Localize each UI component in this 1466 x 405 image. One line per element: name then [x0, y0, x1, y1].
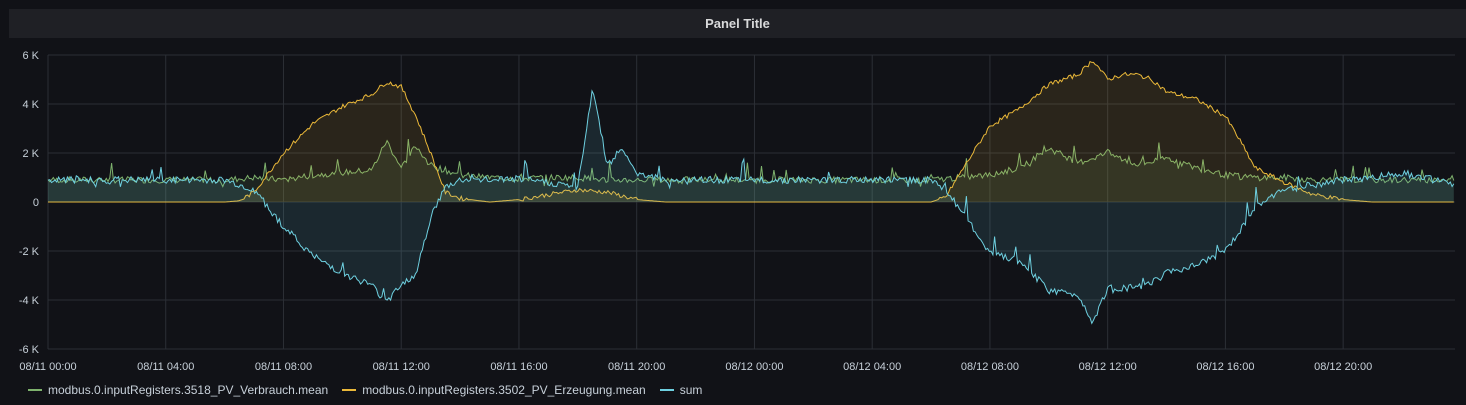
- x-tick-label: 08/11 20:00: [608, 361, 665, 373]
- legend-item-verbrauch[interactable]: modbus.0.inputRegisters.3518_PV_Verbrauc…: [28, 383, 328, 397]
- y-tick-label: 4 K: [22, 99, 39, 111]
- legend-swatch: [28, 389, 42, 391]
- graph-panel: Panel Title 6 K4 K2 K 0 -2 K -4 K -6 K 08/11 …: [0, 0, 1466, 405]
- legend-label: modbus.0.inputRegisters.3502_PV_Erzeugun…: [362, 383, 646, 397]
- time-series-chart[interactable]: 6 K 4 K 2 K 0 -2 K -4 K -6 K 08/11 00:00 08/11 0…: [0, 0, 1466, 405]
- legend-item-erzeugung[interactable]: modbus.0.inputRegisters.3502_PV_Erzeugun…: [342, 383, 646, 397]
- x-tick-label: 08/12 00:00: [725, 361, 783, 373]
- legend-label: modbus.0.inputRegisters.3518_PV_Verbrauc…: [48, 383, 329, 397]
- x-tick-label: 08/12 16:00: [1196, 361, 1254, 373]
- y-tick-label: -2 K: [19, 246, 40, 258]
- series: [47, 60, 1455, 325]
- y-tick-label: 2 K: [22, 148, 39, 160]
- x-tick-label: 08/11 00:00: [19, 361, 76, 373]
- x-tick-label: 08/12 20:00: [1314, 361, 1372, 373]
- legend-swatch: [659, 389, 674, 391]
- x-tick-label: 08/12 04:00: [843, 361, 901, 373]
- x-tick-label: 08/11 08:00: [255, 361, 312, 373]
- x-tick-label: 08/11 12:00: [373, 361, 430, 373]
- x-tick-label: 08/11 16:00: [490, 361, 547, 373]
- y-tick-label: -6 K: [19, 344, 40, 356]
- x-tick-label: 08/12 08:00: [961, 361, 1019, 373]
- series-fill-2: [48, 91, 1454, 324]
- x-tick-label: 08/11 04:00: [137, 361, 194, 373]
- legend-label: sum: [679, 383, 703, 397]
- legend: modbus.0.inputRegisters.3518_PV_Verbrauc…: [28, 382, 702, 398]
- x-tick-label: 08/12 12:00: [1079, 361, 1137, 373]
- y-tick-label: 6 K: [22, 50, 39, 62]
- legend-swatch: [342, 389, 357, 391]
- y-tick-label: 0: [33, 197, 39, 209]
- y-tick-label: -4 K: [19, 295, 40, 307]
- legend-item-sum[interactable]: sum: [659, 383, 703, 397]
